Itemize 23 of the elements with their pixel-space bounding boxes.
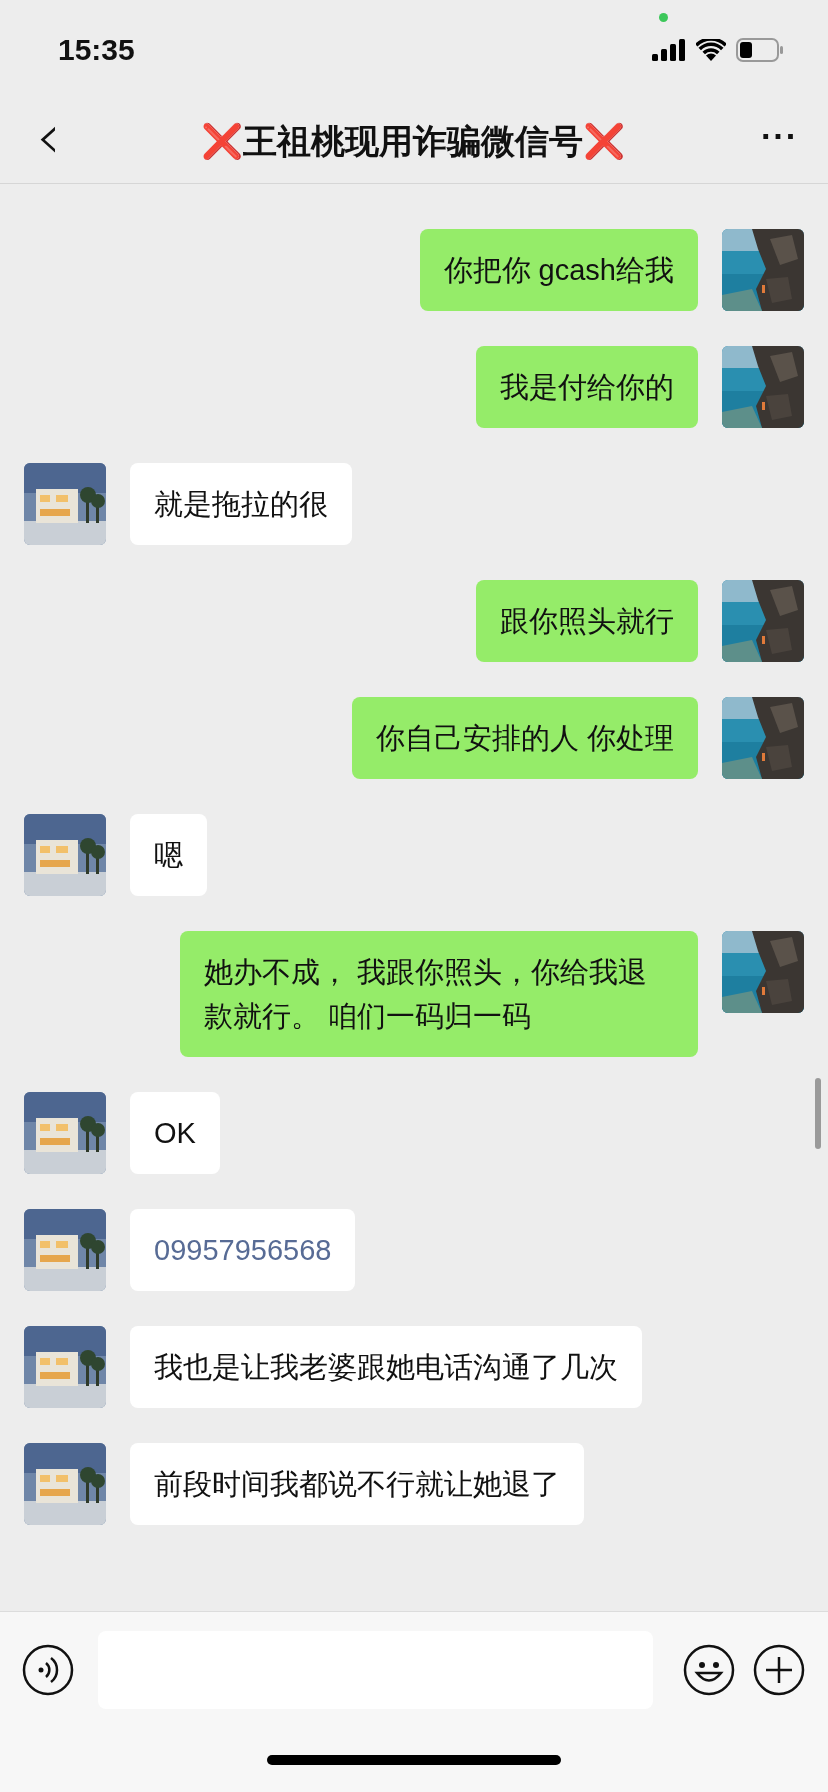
status-time: 15:35 [58,33,136,67]
phone-number-message[interactable]: 09957956568 [130,1209,356,1291]
message-bubble: 嗯 [130,814,207,896]
message-bubble: OK [130,1092,220,1174]
message-bubble: 我是付给你的 [476,346,698,428]
chat-title: ❌王祖桃现用诈骗微信号❌ [200,120,625,162]
more-button[interactable]: ··· [757,117,802,166]
message-bubble: 你自己安排的人 你处理 [351,697,698,779]
camera-indicator-icon [659,13,668,22]
signal-icon [652,39,686,61]
add-icon[interactable] [753,1644,805,1696]
message-bubble: 就是拖拉的很 [130,463,352,545]
battery-icon [736,38,784,62]
wifi-icon [696,39,726,61]
message-bubble: 她办不成， 我跟你照头，你给我退款就行。 咱们一码归一码 [180,931,698,1057]
message-bubble: 前段时间我都说不行就让她退了 [130,1443,584,1525]
voice-icon[interactable] [22,1644,74,1696]
back-button[interactable]: ‹ [28,105,69,178]
scrollbar[interactable] [815,1078,821,1149]
message-bubble: 我也是让我老婆跟她电话沟通了几次 [130,1326,642,1408]
message-bubble: 跟你照头就行 [476,580,698,662]
emoji-icon[interactable] [683,1644,735,1696]
message-bubble: 你把你 gcash给我 [419,229,698,311]
